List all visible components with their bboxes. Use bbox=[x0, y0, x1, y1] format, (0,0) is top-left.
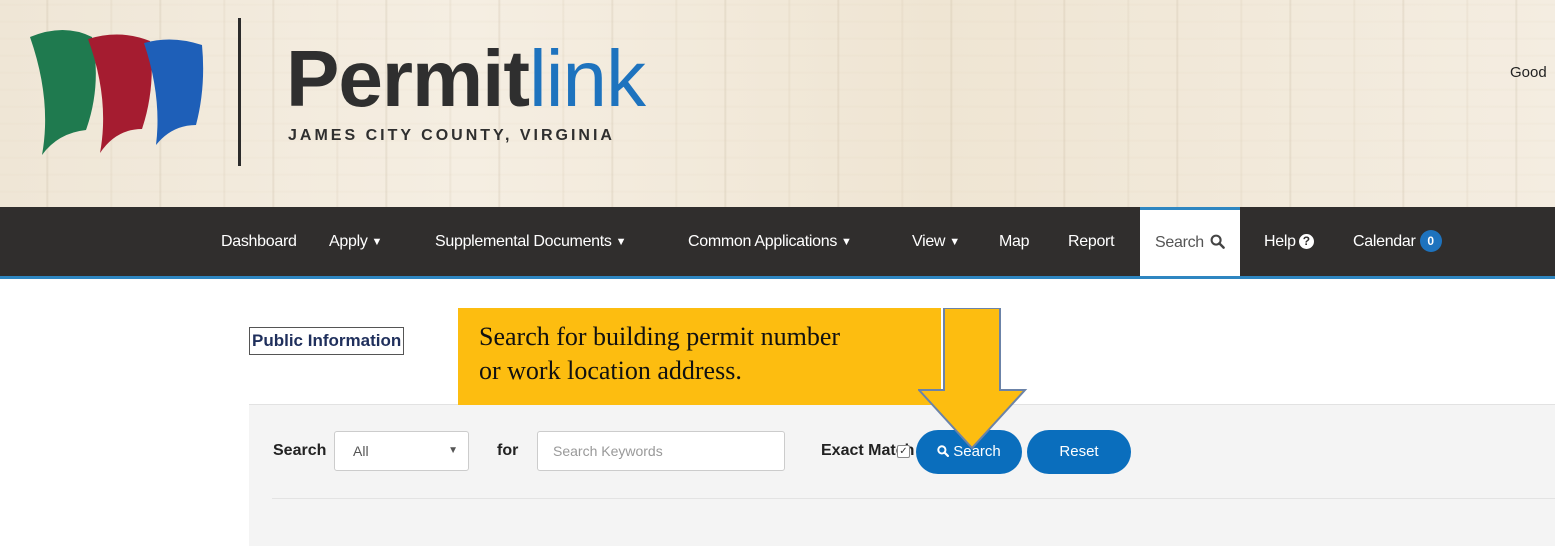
logo-divider bbox=[238, 18, 241, 166]
for-label: for bbox=[497, 442, 519, 459]
nav-report-label: Report bbox=[1068, 233, 1115, 250]
nav-view[interactable]: View ▼ bbox=[912, 207, 960, 276]
nav-report[interactable]: Report bbox=[1068, 207, 1115, 276]
site-header: Permitlink JAMES CITY COUNTY, VIRGINIA G… bbox=[0, 0, 1555, 207]
panel-divider bbox=[272, 498, 1555, 499]
caret-down-icon: ▼ bbox=[615, 236, 627, 248]
question-circle-icon: ? bbox=[1298, 234, 1314, 249]
reset-button[interactable]: Reset bbox=[1027, 430, 1131, 474]
nav-common-label: Common Applications bbox=[688, 233, 838, 250]
logo-subtitle: JAMES CITY COUNTY, VIRGINIA bbox=[288, 127, 615, 144]
nav-calendar[interactable]: Calendar 0 bbox=[1353, 207, 1442, 276]
reset-button-label: Reset bbox=[1059, 443, 1099, 460]
search-scope-value: All bbox=[353, 443, 369, 459]
callout-line-1: Search for building permit number bbox=[479, 322, 841, 351]
search-panel bbox=[249, 404, 1555, 546]
nav-help[interactable]: Help? bbox=[1264, 207, 1314, 276]
user-greeting: Good bbox=[1510, 64, 1547, 81]
county-flag-logo[interactable] bbox=[30, 25, 205, 160]
callout-text: Search for building permit number or wor… bbox=[479, 320, 939, 388]
search-icon bbox=[1210, 234, 1225, 249]
permitlink-logo[interactable]: Permitlink bbox=[286, 34, 646, 124]
caret-down-icon: ▼ bbox=[841, 236, 852, 248]
search-label: Search bbox=[273, 442, 327, 459]
nav-help-label: Help bbox=[1264, 233, 1296, 250]
arrow-down-icon bbox=[918, 308, 1028, 450]
nav-search-label: Search bbox=[1155, 234, 1204, 251]
logo-word-bold: Permit bbox=[286, 34, 530, 123]
nav-supplemental-documents[interactable]: Supplemental Documents ▼ bbox=[435, 207, 627, 276]
exact-match-checkbox[interactable]: ✓ bbox=[897, 445, 910, 458]
nav-supplemental-label: Supplemental Documents bbox=[435, 233, 612, 250]
main-nav: Dashboard Apply ▼ Supplemental Documents ▼… bbox=[0, 207, 1555, 279]
nav-calendar-label: Calendar bbox=[1353, 233, 1416, 250]
nav-dashboard[interactable]: Dashboard bbox=[221, 207, 297, 276]
nav-dashboard-label: Dashboard bbox=[221, 233, 297, 250]
nav-map[interactable]: Map bbox=[999, 207, 1030, 276]
search-scope-select[interactable]: All ▼ bbox=[334, 431, 469, 471]
logo-word-light: link bbox=[528, 34, 646, 123]
chevron-down-icon: ▼ bbox=[448, 445, 458, 456]
nav-view-label: View bbox=[912, 233, 946, 250]
section-title: Public Information bbox=[249, 327, 405, 355]
nav-apply-label: Apply bbox=[329, 233, 368, 250]
calendar-count-badge: 0 bbox=[1419, 230, 1442, 252]
nav-apply[interactable]: Apply ▼ bbox=[329, 207, 382, 276]
nav-map-label: Map bbox=[999, 233, 1030, 250]
nav-common-applications[interactable]: Common Applications ▼ bbox=[688, 207, 852, 276]
search-keywords-input[interactable] bbox=[537, 431, 785, 471]
caret-down-icon: ▼ bbox=[371, 236, 383, 248]
callout-line-2: or work location address. bbox=[479, 356, 742, 385]
nav-search[interactable]: Search bbox=[1140, 207, 1241, 276]
caret-down-icon: ▼ bbox=[949, 236, 960, 248]
